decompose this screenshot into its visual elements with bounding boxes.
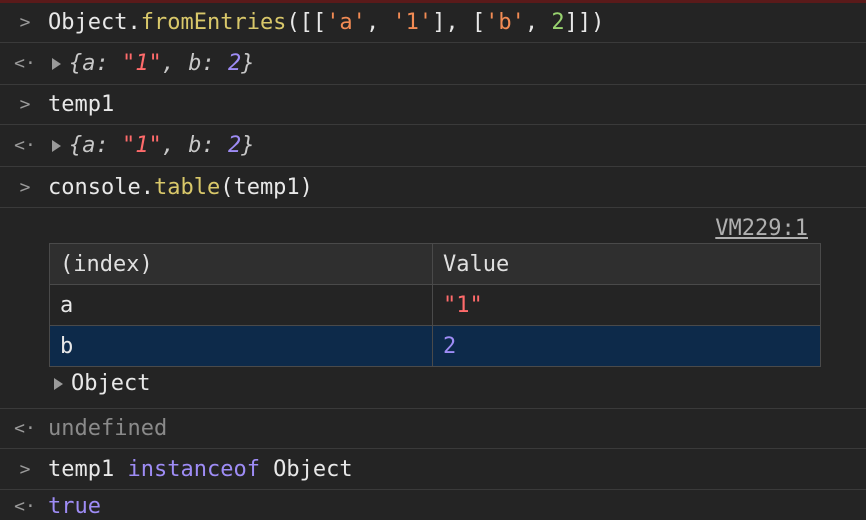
code-token: , b: [161,133,228,158]
table-header-row: (index) Value [49,243,821,285]
console-output-row[interactable]: <· {a: "1", b: 2} [0,125,866,167]
code-token: . [127,10,141,35]
code-token: , [365,10,393,35]
output-object: {a: "1", b: 2} [48,43,866,84]
code-token: temp1 [48,456,128,482]
console-input-row[interactable]: > Object. fromEntries([['a', '1'], ['b', … [0,3,866,43]
code-token: ([[ [286,10,327,35]
output-value: true [48,490,866,520]
console-panel: > Object. fromEntries([['a', '1'], ['b', … [0,3,866,520]
input-code: Object. fromEntries([['a', '1'], ['b', 2]… [48,3,866,42]
code-token: "1" [121,133,162,158]
input-prompt-icon: > [19,458,31,480]
table-row-selected[interactable]: b 2 [49,325,821,367]
object-label: Object [71,371,151,396]
input-prompt-icon: > [19,12,31,33]
output-return-icon: <· [14,135,36,156]
column-header-value[interactable]: Value [432,243,821,285]
expand-caret-icon[interactable] [52,57,61,70]
output-return-icon: <· [14,53,36,74]
table-cell-value: 2 [432,325,821,367]
table-cell-index: b [49,325,433,367]
console-input-row[interactable]: > temp1 instanceof Object [0,449,866,490]
code-token: 2 [227,133,242,158]
output-value: undefined [48,409,866,448]
code-token: {a: [69,51,122,76]
expand-caret-icon[interactable] [54,377,63,390]
console-input-row[interactable]: > temp1 [0,85,866,125]
expand-caret-icon[interactable] [52,139,61,152]
console-table: (index) Value a "1" b 2 [49,243,821,367]
input-prompt-icon: > [19,176,31,198]
input-code: console. table (temp1) [48,167,866,207]
code-token: ], [ [432,10,486,35]
code-token: console [48,174,141,200]
code-token: ]]) [564,10,605,35]
output-return-icon: <· [14,496,36,517]
code-token: table [153,174,221,200]
input-code: temp1 instanceof Object [48,449,866,489]
code-token: , b: [161,51,228,76]
console-output-row[interactable]: <· {a: "1", b: 2} [0,43,866,85]
code-token: fromEntries [140,10,287,35]
code-token: 'a' [326,10,366,35]
table-row[interactable]: a "1" [49,284,821,326]
input-code: temp1 [48,85,866,124]
code-token: 'b' [485,10,525,35]
code-token: } [241,133,255,158]
column-header-index[interactable]: (index) [49,243,433,285]
console-table-output: VM229:1 (index) Value a "1" b 2 Object [0,208,866,409]
code-token: '1' [392,10,433,35]
input-prompt-icon: > [19,94,31,115]
code-token: 2 [551,10,565,35]
code-token: temp1 [48,92,115,117]
code-token: , [524,10,552,35]
code-token: {a: [69,133,122,158]
table-cell-value: "1" [432,284,821,326]
code-token: "1" [121,51,162,76]
output-object: {a: "1", b: 2} [48,125,866,166]
code-token: Object [259,456,353,482]
code-token: Object [48,10,128,35]
code-token: . [140,174,154,200]
console-output-row[interactable]: <· true [0,490,866,520]
object-expander[interactable]: Object [50,371,150,396]
table-cell-index: a [49,284,433,326]
code-token: instanceof [127,456,260,482]
output-return-icon: <· [14,418,36,439]
code-token: true [48,494,101,519]
code-token: (temp1) [220,174,313,200]
console-output-row[interactable]: <· undefined [0,409,866,449]
source-link[interactable]: VM229:1 [715,216,808,241]
code-token: undefined [48,416,168,441]
code-token: } [241,51,255,76]
code-token: 2 [227,51,242,76]
console-input-row[interactable]: > console. table (temp1) [0,167,866,208]
